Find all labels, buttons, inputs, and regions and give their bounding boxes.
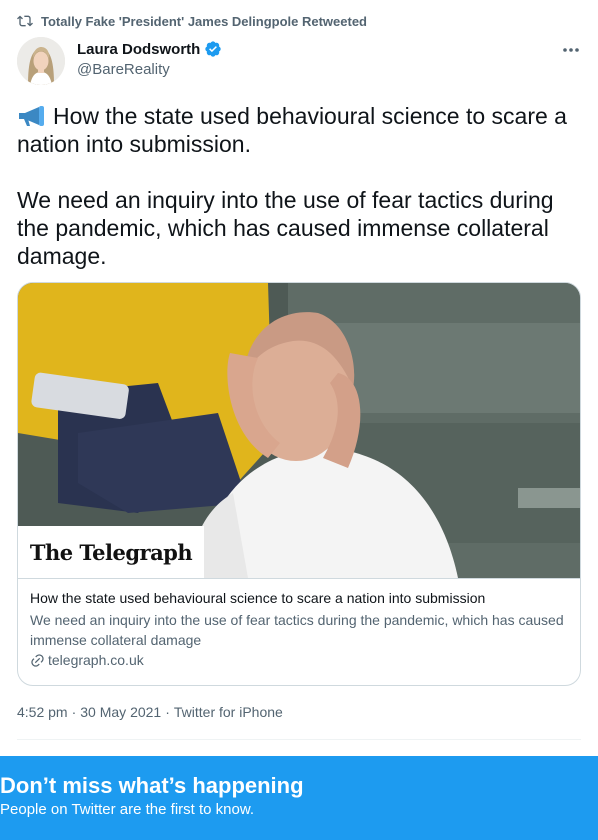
tweet-paragraph: How the state used behavioural science t… (17, 102, 579, 158)
divider (17, 739, 581, 740)
card-text[interactable]: How the state used behavioural science t… (18, 578, 580, 685)
retweet-text: Totally Fake 'President' James Delingpol… (41, 13, 367, 29)
tweet-text: How the state used behavioural science t… (17, 102, 579, 270)
link-icon (31, 653, 44, 667)
tweet-meta: 4:52 pm · 30 May 2021 · Twitter for iPho… (17, 704, 283, 720)
card-masthead: The Telegraph (18, 526, 204, 578)
tweet-source[interactable]: Twitter for iPhone (174, 704, 283, 720)
card-image[interactable]: The Telegraph (18, 283, 580, 578)
megaphone-icon (19, 106, 44, 126)
banner-subtitle: People on Twitter are the first to know. (0, 801, 255, 818)
masthead-text: The Telegraph (29, 539, 193, 565)
tweet-time[interactable]: 4:52 pm (17, 704, 68, 720)
card-domain-text: telegraph.co.uk (48, 652, 144, 668)
meta-separator: · (71, 704, 77, 720)
retweet-icon (17, 15, 33, 27)
link-preview-card[interactable]: The Telegraph How the state used behavio… (17, 282, 581, 686)
verified-badge-icon (205, 41, 222, 57)
card-title[interactable]: How the state used behavioural science t… (30, 589, 570, 608)
more-options-icon[interactable] (561, 40, 581, 60)
tweet-paragraph-2: We need an inquiry into the use of fear … (17, 187, 554, 269)
signup-banner: Don’t miss what’s happening People on Tw… (0, 756, 598, 840)
retweet-context[interactable]: Totally Fake 'President' James Delingpol… (17, 12, 367, 30)
author-block[interactable]: Laura Dodsworth @BareReality (77, 40, 222, 78)
meta-separator: · (165, 704, 170, 720)
author-name[interactable]: Laura Dodsworth (77, 41, 200, 58)
avatar[interactable] (17, 37, 65, 85)
card-description: We need an inquiry into the use of fear … (30, 612, 564, 648)
author-handle[interactable]: @BareReality (77, 61, 222, 78)
tweet-date[interactable]: 30 May 2021 (80, 704, 161, 720)
card-domain[interactable]: telegraph.co.uk (30, 652, 570, 668)
banner-title: Don’t miss what’s happening (0, 773, 304, 798)
tweet-paragraph-1: How the state used behavioural science t… (17, 103, 567, 157)
